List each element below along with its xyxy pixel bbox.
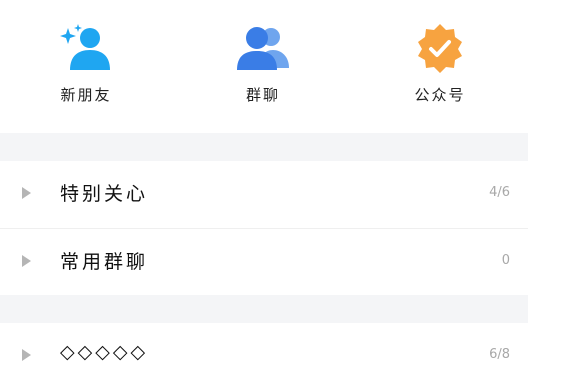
group-title: ◇◇◇◇◇: [60, 341, 149, 363]
group-row-special-care[interactable]: 特别关心 4/6: [0, 161, 528, 227]
group-count: 6/8: [489, 347, 510, 362]
group-title: 特别关心: [60, 183, 149, 205]
group-chat-icon: [237, 27, 289, 70]
section-gap: [0, 133, 528, 161]
verified-badge-icon: [418, 24, 462, 73]
group-title: 常用群聊: [60, 251, 149, 273]
group-count: 0: [501, 253, 510, 268]
new-friends-button[interactable]: 新朋友: [26, 20, 146, 120]
official-accounts-label: 公众号: [414, 86, 466, 104]
group-row-frequent-groups[interactable]: 常用群聊 0: [0, 229, 528, 295]
expand-arrow-icon: [22, 255, 31, 267]
official-accounts-button[interactable]: 公众号: [380, 20, 500, 120]
new-friends-label: 新朋友: [60, 86, 112, 104]
expand-arrow-icon: [22, 349, 31, 361]
contacts-panel: 新朋友 群聊 公众号 特别关心 4/6 常用群聊 0 ◇◇◇◇◇ 6/8: [0, 0, 528, 389]
group-count: 4/6: [489, 185, 510, 200]
section-gap: [0, 295, 528, 323]
group-chats-button[interactable]: 群聊: [203, 20, 323, 120]
group-row-custom[interactable]: ◇◇◇◇◇ 6/8: [0, 323, 528, 389]
new-friend-icon: [60, 24, 110, 70]
expand-arrow-icon: [22, 187, 31, 199]
group-chats-label: 群聊: [245, 86, 280, 104]
right-margin: [528, 0, 580, 385]
